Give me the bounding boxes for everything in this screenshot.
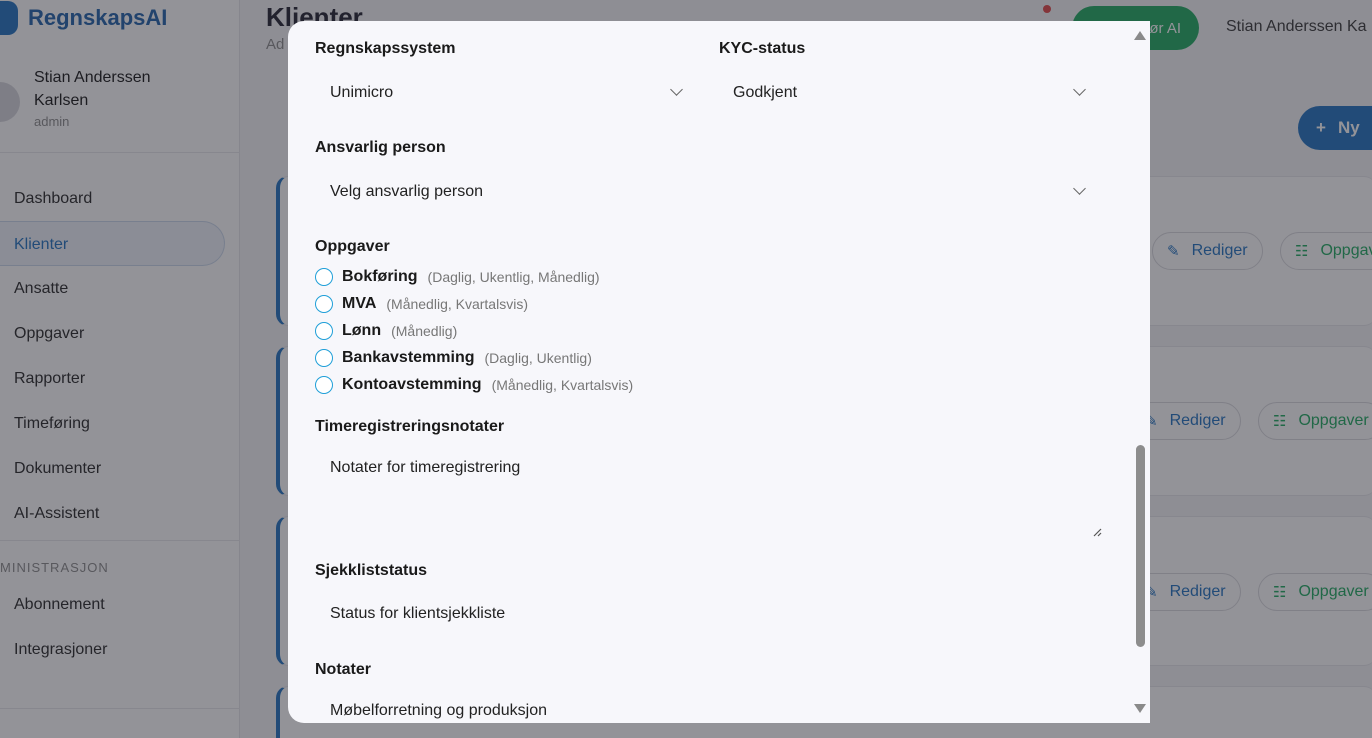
responsible-person-value: Velg ansvarlig person xyxy=(330,183,483,200)
accounting-system-select[interactable]: Unimicro xyxy=(316,73,692,113)
task-name: Bankavstemming xyxy=(342,349,475,366)
task-option[interactable]: Bokføring (Daglig, Ukentlig, Månedlig) xyxy=(315,266,600,288)
task-name: MVA xyxy=(342,295,377,312)
chevron-down-icon xyxy=(1073,182,1086,195)
kyc-status-label: KYC-status xyxy=(719,40,806,57)
task-frequency: (Månedlig, Kvartalsvis) xyxy=(386,296,528,312)
task-frequency: (Daglig, Ukentlig, Månedlig) xyxy=(427,269,600,285)
chevron-down-icon xyxy=(1073,83,1086,96)
scroll-down-arrow-icon[interactable] xyxy=(1134,704,1146,713)
tasks-section-label: Oppgaver xyxy=(315,238,390,255)
scroll-up-arrow-icon[interactable] xyxy=(1134,31,1146,40)
notes-input[interactable]: Møbelforretning og produksjon xyxy=(316,702,1094,720)
task-name: Bokføring xyxy=(342,268,418,285)
task-option[interactable]: MVA (Månedlig, Kvartalsvis) xyxy=(315,293,528,315)
task-frequency: (Månedlig) xyxy=(391,323,458,339)
accounting-system-label: Regnskapssystem xyxy=(315,40,456,57)
accounting-system-value: Unimicro xyxy=(330,84,394,101)
kyc-status-value: Godkjent xyxy=(733,84,798,101)
responsible-person-label: Ansvarlig person xyxy=(315,139,446,156)
checklist-status-input[interactable]: Status for klientsjekkliste xyxy=(316,605,1094,623)
modal-scrollbar[interactable] xyxy=(1131,21,1150,723)
chevron-down-icon xyxy=(670,83,683,96)
radio-button[interactable] xyxy=(315,349,333,367)
radio-button[interactable] xyxy=(315,295,333,313)
time-notes-textarea[interactable]: Notater for timeregistrering xyxy=(316,459,1102,539)
scrollbar-thumb[interactable] xyxy=(1136,445,1145,647)
client-edit-modal: Regnskapssystem Unimicro KYC-status Godk… xyxy=(288,21,1150,723)
task-option[interactable]: Kontoavstemming (Månedlig, Kvartalsvis) xyxy=(315,374,633,396)
radio-button[interactable] xyxy=(315,322,333,340)
radio-button[interactable] xyxy=(315,268,333,286)
resize-handle-icon[interactable] xyxy=(1092,527,1102,537)
responsible-person-select[interactable]: Velg ansvarlig person xyxy=(316,172,1094,212)
checklist-status-label: Sjekkliststatus xyxy=(315,562,428,579)
task-frequency: (Daglig, Ukentlig) xyxy=(484,350,592,366)
task-option[interactable]: Lønn (Månedlig) xyxy=(315,320,457,342)
task-name: Kontoavstemming xyxy=(342,376,482,393)
task-frequency: (Månedlig, Kvartalsvis) xyxy=(491,377,634,393)
task-option[interactable]: Bankavstemming (Daglig, Ukentlig) xyxy=(315,347,592,369)
task-name: Lønn xyxy=(342,322,382,339)
notes-label: Notater xyxy=(315,661,372,678)
radio-button[interactable] xyxy=(315,376,333,394)
time-notes-label: Timeregistreringsnotater xyxy=(315,418,505,435)
kyc-status-select[interactable]: Godkjent xyxy=(719,73,1094,113)
